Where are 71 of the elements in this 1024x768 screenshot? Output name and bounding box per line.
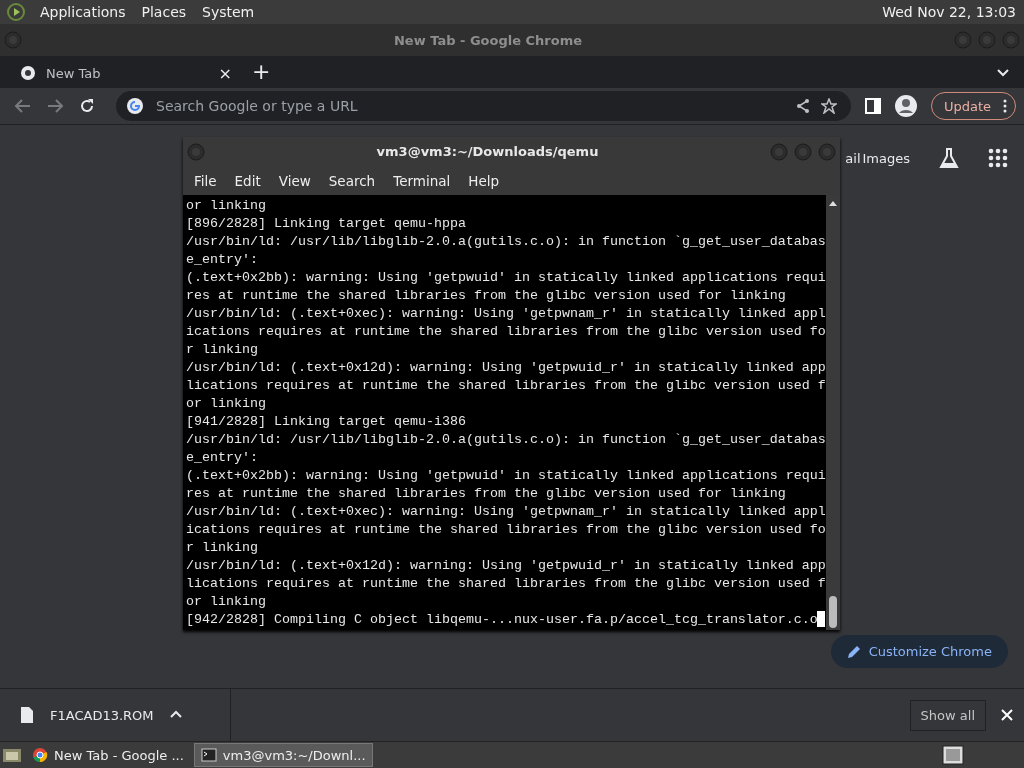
- chrome-icon[interactable]: [20, 65, 36, 81]
- panel-menu[interactable]: Applications: [38, 4, 128, 20]
- address-field[interactable]: Search Google or type a URL: [154, 97, 785, 115]
- taskbar-button[interactable]: vm3@vm3:~/Downl...: [193, 743, 373, 767]
- terminal-line: [942/2828] Compiling C object libqemu-...nux-user.fa.p/accel_tcg_translator.c.o: [186, 611, 818, 629]
- address-bar[interactable]: Search Google or type a URL: [116, 91, 851, 121]
- tab-title: New Tab: [46, 65, 102, 81]
- workspace-icon[interactable]: [942, 745, 964, 765]
- terminal-line: r linking: [186, 341, 258, 359]
- terminal-line: ications requires at runtime the shared libraries from the glibc version used fo: [186, 521, 826, 539]
- terminal-line: [941/2828] Linking target qemu-i386: [186, 413, 466, 431]
- gmail-link[interactable]: ail: [845, 150, 861, 166]
- share-icon[interactable]: [794, 98, 811, 114]
- file-icon[interactable]: [20, 706, 34, 724]
- text-cursor: [817, 611, 825, 627]
- terminal-line: (.text+0x2bb): warning: Using 'getpwuid' in statically linked applications requi: [186, 467, 826, 485]
- menu-item[interactable]: View: [269, 172, 320, 189]
- menu-logo-icon[interactable]: [6, 2, 26, 22]
- terminal-line: r linking: [186, 539, 258, 557]
- apps-grid-icon[interactable]: [988, 148, 1008, 168]
- google-icon[interactable]: [126, 97, 144, 115]
- terminal-line: res at runtime the shared libraries from the glibc version used for linking: [186, 287, 786, 305]
- close-icon[interactable]: [1000, 708, 1014, 722]
- menu-item[interactable]: File: [185, 172, 226, 189]
- terminal-line: /usr/bin/ld: /usr/lib/libglib-2.0.a(gutils.c.o): in function `g_get_user_databas: [186, 233, 826, 251]
- menu-item[interactable]: Help: [459, 172, 509, 189]
- window-title: vm3@vm3:~/Downloads/qemu: [375, 144, 600, 159]
- terminal-line: res at runtime the shared libraries from the glibc version used for linking: [186, 485, 786, 503]
- terminal-line: or linking: [186, 395, 266, 413]
- terminal-line: /usr/bin/ld: /usr/lib/libglib-2.0.a(gutils.c.o): in function `g_get_user_databas: [186, 431, 826, 449]
- back-icon[interactable]: [14, 97, 32, 115]
- show-all-button[interactable]: Show all: [909, 699, 986, 731]
- terminal-line: /usr/bin/ld: (.text+0x12d): warning: Using 'getpwuid_r' in statically linked app: [186, 557, 826, 575]
- terminal-icon[interactable]: [200, 747, 217, 763]
- new-tab-button[interactable]: +: [252, 61, 271, 83]
- scrollbar[interactable]: [826, 195, 840, 630]
- terminal-line: e_entry':: [186, 449, 258, 467]
- reload-icon[interactable]: [78, 97, 96, 115]
- forward-icon[interactable]: [46, 97, 64, 115]
- terminal-line: lications requires at runtime the shared libraries from the glibc version used f: [186, 575, 826, 593]
- terminal-line: ications requires at runtime the shared libraries from the glibc version used fo: [186, 323, 826, 341]
- terminal-line: e_entry':: [186, 251, 258, 269]
- flask-icon[interactable]: [938, 147, 960, 169]
- profile-icon[interactable]: [894, 95, 917, 117]
- terminal-line: or linking: [186, 197, 266, 215]
- show-desktop-icon[interactable]: [2, 746, 22, 764]
- scroll-up-icon[interactable]: [828, 199, 838, 207]
- customize-chrome-button[interactable]: Customize Chrome: [830, 635, 1008, 668]
- close-tab-button[interactable]: ×: [218, 63, 232, 83]
- more-icon[interactable]: [1003, 99, 1007, 113]
- chrome-icon[interactable]: [32, 747, 48, 763]
- panel-menu[interactable]: Places: [139, 4, 189, 20]
- pencil-icon[interactable]: [846, 644, 861, 659]
- window-title: New Tab - Google Chrome: [392, 32, 584, 48]
- terminal-line: /usr/bin/ld: (.text+0xec): warning: Using 'getpwnam_r' in statically linked appl: [186, 503, 826, 521]
- side-panel-icon[interactable]: [864, 98, 881, 114]
- terminal-line: lications requires at runtime the shared libraries from the glibc version used f: [186, 377, 826, 395]
- menu-item[interactable]: Terminal: [384, 172, 460, 189]
- clock: Wed Nov 22, 13:03: [882, 4, 1016, 20]
- star-icon[interactable]: [820, 98, 837, 114]
- panel-menu[interactable]: System: [200, 4, 257, 20]
- terminal-line: /usr/bin/ld: (.text+0xec): warning: Using 'getpwnam_r' in statically linked appl: [186, 305, 826, 323]
- images-link[interactable]: Images: [862, 150, 910, 166]
- terminal-line: /usr/bin/ld: (.text+0x12d): warning: Using 'getpwuid_r' in statically linked app: [186, 359, 826, 377]
- terminal-line: or linking: [186, 593, 266, 611]
- terminal-line: (.text+0x2bb): warning: Using 'getpwuid' in statically linked applications requi: [186, 269, 826, 287]
- menu-item[interactable]: Edit: [225, 172, 270, 189]
- terminal-line: [896/2828] Linking target qemu-hppa: [186, 215, 466, 233]
- taskbar-button[interactable]: New Tab - Google ...: [26, 743, 190, 767]
- scroll-thumb[interactable]: [829, 596, 837, 628]
- menu-item[interactable]: Search: [319, 172, 385, 189]
